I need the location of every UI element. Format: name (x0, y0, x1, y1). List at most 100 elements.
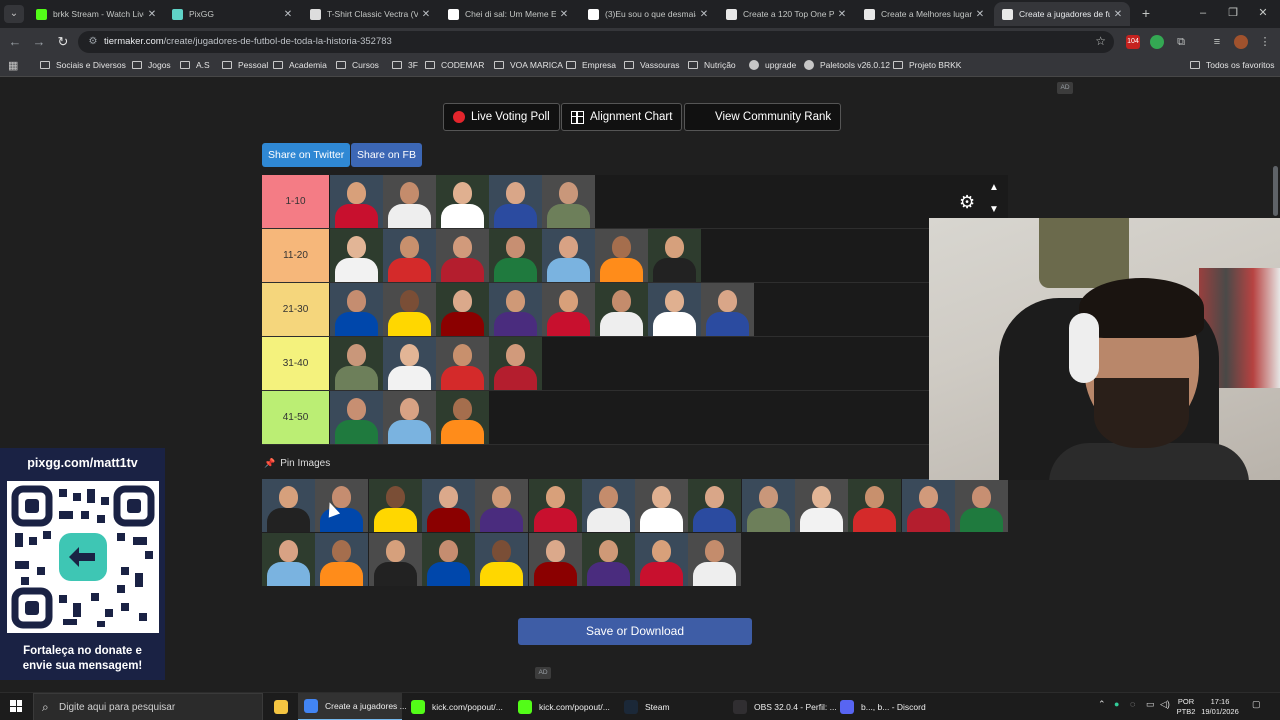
bookmark-item[interactable]: Nutrição (688, 60, 736, 70)
player-image[interactable] (436, 283, 489, 336)
player-image[interactable] (648, 229, 701, 282)
bookmark-star-icon[interactable]: ☆ (1095, 34, 1106, 48)
profile-avatar[interactable] (1234, 35, 1248, 49)
windows-start-icon[interactable] (10, 700, 22, 712)
player-image[interactable] (489, 337, 542, 390)
reload-button[interactable]: ↻ (54, 33, 72, 51)
bookmark-item[interactable]: Paletools v26.0.12 (804, 60, 890, 70)
player-image[interactable] (383, 337, 436, 390)
close-tab-icon[interactable]: ✕ (972, 9, 988, 20)
bookmark-item[interactable]: Sociais e Diversos (40, 60, 126, 70)
notifications-icon[interactable]: ▢ (1252, 699, 1261, 710)
bookmark-item[interactable]: Academia (273, 60, 327, 70)
player-image[interactable] (848, 479, 902, 532)
player-image[interactable] (330, 337, 383, 390)
player-image[interactable] (383, 283, 436, 336)
close-tab-icon[interactable]: ✕ (556, 9, 572, 20)
close-tab-icon[interactable]: ✕ (1110, 9, 1126, 20)
player-image[interactable] (901, 479, 955, 532)
player-image[interactable] (528, 479, 582, 532)
bookmark-item[interactable]: Jogos (132, 60, 171, 70)
player-image[interactable] (262, 533, 315, 586)
player-image[interactable] (542, 175, 595, 228)
share-twitter-button[interactable]: Share on Twitter (262, 143, 351, 167)
player-image[interactable] (383, 175, 436, 228)
taskbar-app[interactable]: Create a jugadores ... (298, 693, 407, 720)
player-image[interactable] (315, 479, 369, 532)
player-image[interactable] (688, 533, 742, 586)
taskbar-app[interactable]: b..., b... - Discord (834, 693, 938, 720)
chevron-down-icon[interactable]: ▼ (989, 204, 999, 215)
player-image[interactable] (475, 479, 529, 532)
player-image[interactable] (489, 283, 542, 336)
player-image[interactable] (795, 479, 848, 532)
player-image[interactable] (688, 479, 742, 532)
restore-button[interactable]: ❐ (1218, 4, 1248, 22)
bookmark-item[interactable]: A.S (180, 60, 210, 70)
player-image[interactable] (542, 229, 595, 282)
extension-green-icon[interactable] (1150, 35, 1164, 49)
network-icon[interactable]: ▭ (1146, 699, 1155, 710)
player-image[interactable] (489, 229, 542, 282)
browser-tab[interactable]: T-Shirt Classic Vectra (Ve ✕ (302, 2, 438, 26)
bookmark-item[interactable]: Vassouras (624, 60, 680, 70)
url-text[interactable]: tiermaker.com/create/jugadores-de-futbol… (104, 36, 392, 47)
player-image[interactable] (383, 391, 436, 444)
browser-tab[interactable]: Create a Melhores lugare ✕ (856, 2, 992, 26)
browser-menu-icon[interactable]: ⋮ (1258, 35, 1272, 49)
taskbar-app[interactable]: kick.com/popout/... (512, 693, 616, 720)
tier-label[interactable]: 31-40 (262, 337, 329, 390)
browser-tab[interactable]: Create a 120 Top One Pie ✕ (718, 2, 854, 26)
pin-images-toggle[interactable]: 📌 Pin Images (264, 458, 330, 469)
tier-label[interactable]: 11-20 (262, 229, 329, 282)
taskbar-clock[interactable]: 17:16 19/01/2026 (1200, 697, 1240, 717)
site-info-icon[interactable]: ⚙ (86, 35, 100, 49)
minimize-button[interactable]: – (1188, 4, 1218, 22)
bookmark-item[interactable]: Cursos (336, 60, 379, 70)
forward-button[interactable]: → (30, 33, 48, 51)
volume-icon[interactable]: ◁) (1160, 699, 1170, 710)
tier-label[interactable]: 21-30 (262, 283, 329, 336)
alignment-chart-button[interactable]: Alignment Chart (561, 103, 683, 131)
player-image[interactable] (330, 229, 383, 282)
player-image[interactable] (330, 283, 383, 336)
player-image[interactable] (436, 391, 489, 444)
taskbar-app[interactable]: Steam (618, 693, 724, 720)
bookmark-item[interactable]: Empresa (566, 60, 616, 70)
player-image[interactable] (315, 533, 369, 586)
chevron-up-icon[interactable]: ▲ (989, 182, 999, 193)
close-tab-icon[interactable]: ✕ (418, 9, 434, 20)
player-image[interactable] (262, 479, 315, 532)
close-tab-icon[interactable]: ✕ (144, 9, 160, 20)
all-bookmarks-folder[interactable]: Todos os favoritos (1190, 60, 1275, 70)
player-image[interactable] (954, 479, 1008, 532)
bookmark-item[interactable]: VOA MARICA (494, 60, 563, 70)
bookmark-item[interactable]: Pessoal (222, 60, 268, 70)
player-image[interactable] (383, 229, 436, 282)
live-voting-poll-button[interactable]: Live Voting Poll (443, 103, 560, 131)
save-download-button[interactable]: Save or Download (518, 618, 752, 645)
player-image[interactable] (368, 533, 422, 586)
tab-search-button[interactable]: ⌄ (4, 5, 24, 23)
browser-tab[interactable]: Chei di sal: Um Meme Eng ✕ (440, 2, 576, 26)
tier-label[interactable]: 1-10 (262, 175, 329, 228)
community-rank-button[interactable]: View Community Rank (684, 103, 842, 131)
player-image[interactable] (489, 175, 542, 228)
player-image[interactable] (330, 175, 383, 228)
language-indicator[interactable]: POR PTB2 (1174, 697, 1198, 717)
player-image[interactable] (436, 229, 489, 282)
browser-tab[interactable]: brkk Stream - Watch Live ✕ (28, 2, 164, 26)
share-facebook-button[interactable]: Share on FB (351, 143, 422, 167)
address-bar[interactable]: ⚙ tiermaker.com/create/jugadores-de-futb… (78, 31, 1114, 53)
tier-label[interactable]: 41-50 (262, 391, 329, 444)
player-image[interactable] (595, 229, 648, 282)
player-image[interactable] (475, 533, 529, 586)
player-image[interactable] (528, 533, 582, 586)
bookmark-item[interactable]: 3F (392, 60, 418, 70)
bookmark-item[interactable]: CODEMAR (425, 60, 484, 70)
player-image[interactable] (542, 283, 595, 336)
reading-list-icon[interactable]: ≡ (1210, 35, 1224, 49)
taskbar-search[interactable]: ⌕ Digite aqui para pesquisar (33, 693, 263, 720)
player-image[interactable] (648, 283, 701, 336)
player-image[interactable] (581, 533, 635, 586)
